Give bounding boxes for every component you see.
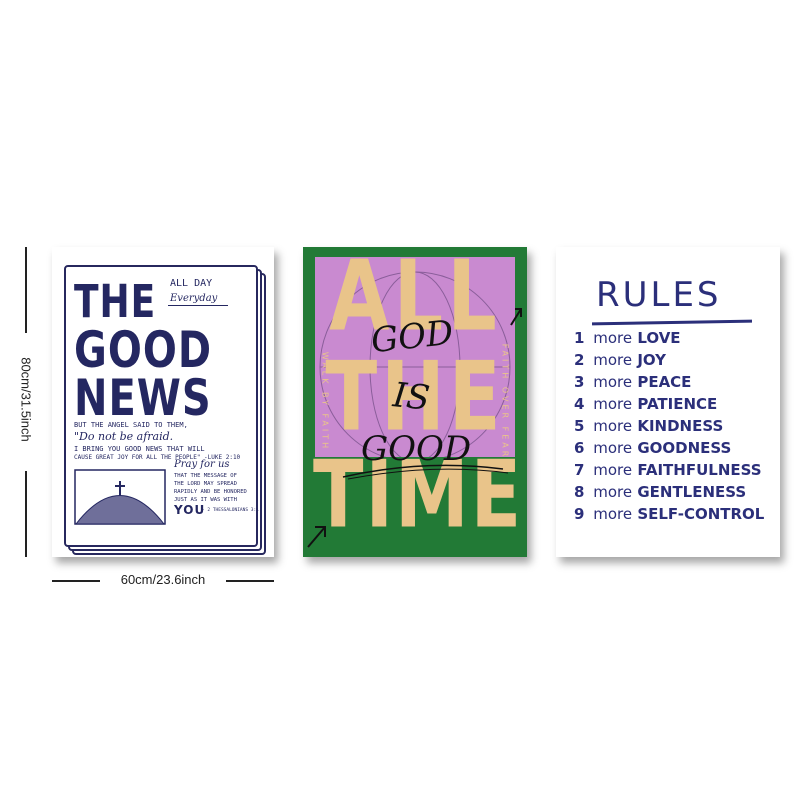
rule-item: 6 more GOODNESS	[574, 439, 731, 457]
rule-number: 5	[574, 417, 585, 435]
rule-more: more	[593, 439, 633, 457]
rule-number: 6	[574, 439, 585, 457]
rule-number: 2	[574, 351, 585, 369]
dimension-line	[226, 580, 274, 582]
rule-word: JOY	[637, 351, 666, 369]
rule-word: GOODNESS	[637, 439, 732, 457]
verse-reference: - 2 THESSALONIANS 3:1	[202, 508, 259, 513]
rule-more: more	[593, 373, 633, 391]
rule-item: 5 more KINDNESS	[574, 417, 723, 435]
rule-number: 1	[574, 329, 585, 347]
rules-title: RULES	[596, 275, 722, 315]
you-text: YOU	[174, 503, 206, 517]
rule-number: 7	[574, 461, 585, 479]
rule-number: 8	[574, 483, 585, 501]
rule-item: 2 more JOY	[574, 351, 666, 369]
church-hill-illustration	[74, 469, 166, 525]
pray-line: RAPIDLY AND BE HONORED	[174, 489, 247, 495]
scribble-lines	[307, 308, 522, 548]
corner-underline	[168, 305, 228, 306]
rule-word: GENTLENESS	[637, 483, 747, 501]
rule-item: 7 more FAITHFULNESS	[574, 461, 762, 479]
corner-script: Everyday	[170, 293, 218, 304]
headline-word: NEWS	[74, 370, 212, 428]
rule-more: more	[593, 483, 633, 501]
rule-more: more	[593, 329, 633, 347]
rule-more: more	[593, 417, 633, 435]
rule-item: 3 more PEACE	[574, 373, 691, 391]
rule-more: more	[593, 505, 633, 523]
rule-word: KINDNESS	[637, 417, 724, 435]
rule-item: 9 more SELF-CONTROL	[574, 505, 764, 523]
rule-word: PATIENCE	[637, 395, 718, 413]
rule-more: more	[593, 395, 633, 413]
quote-text: "Do not be afraid.	[74, 430, 174, 443]
headline-word: THE	[74, 277, 157, 329]
width-dimension: 60cm/23.6inch	[52, 570, 274, 590]
poster-good-news: THE GOOD NEWS ALL DAY Everyday BUT THE A…	[52, 247, 274, 557]
rule-more: more	[593, 351, 633, 369]
poster-rules: RULES 1 more LOVE 2 more JOY 3 more PEAC…	[556, 247, 780, 557]
rule-item: 8 more GENTLENESS	[574, 483, 746, 501]
rule-word: SELF-CONTROL	[637, 505, 765, 523]
title-underline	[591, 319, 753, 326]
rule-number: 3	[574, 373, 585, 391]
rule-item: 4 more PATIENCE	[574, 395, 717, 413]
corner-text: ALL DAY	[170, 278, 213, 289]
rule-number: 9	[574, 505, 585, 523]
pray-line: THAT THE MESSAGE OF	[174, 473, 237, 479]
height-label: 80cm/31.5inch	[18, 357, 34, 442]
rule-more: more	[593, 461, 633, 479]
dimension-line	[25, 471, 27, 557]
poster-god-is-good: ALL THE TIME WALK BY FAITH FAITH OVER FE…	[303, 247, 527, 557]
rule-word: LOVE	[637, 329, 681, 347]
pray-title: Pray for us	[174, 459, 230, 470]
rule-number: 4	[574, 395, 585, 413]
rule-word: FAITHFULNESS	[637, 461, 762, 479]
rule-item: 1 more LOVE	[574, 329, 681, 347]
dimension-line	[25, 247, 27, 333]
lead-text: BUT THE ANGEL SAID TO THEM,	[74, 421, 188, 429]
height-dimension: 80cm/31.5inch	[14, 247, 38, 557]
pray-line: THE LORD MAY SPREAD	[174, 481, 237, 487]
rule-word: PEACE	[637, 373, 692, 391]
